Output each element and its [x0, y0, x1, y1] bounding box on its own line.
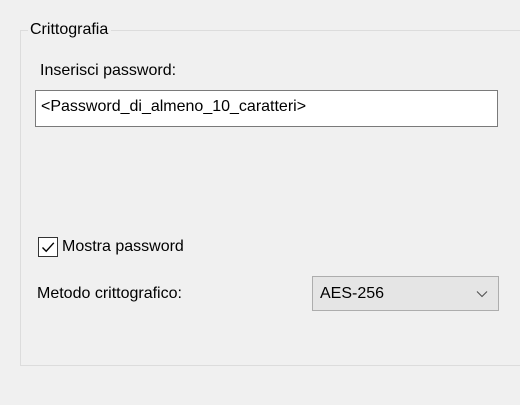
chevron-down-icon	[476, 290, 488, 298]
checkmark-icon	[42, 242, 55, 253]
groupbox-title: Crittografia	[28, 20, 112, 40]
encryption-method-value: AES-256	[320, 284, 385, 302]
checkbox-box[interactable]	[38, 237, 58, 257]
show-password-checkbox[interactable]: Mostra password	[38, 236, 184, 258]
encryption-method-label: Metodo crittografico:	[37, 285, 182, 302]
password-label: Inserisci password:	[40, 62, 177, 79]
password-input[interactable]	[35, 90, 498, 127]
show-password-label: Mostra password	[62, 238, 184, 255]
encryption-method-select[interactable]: AES-256	[312, 276, 499, 311]
